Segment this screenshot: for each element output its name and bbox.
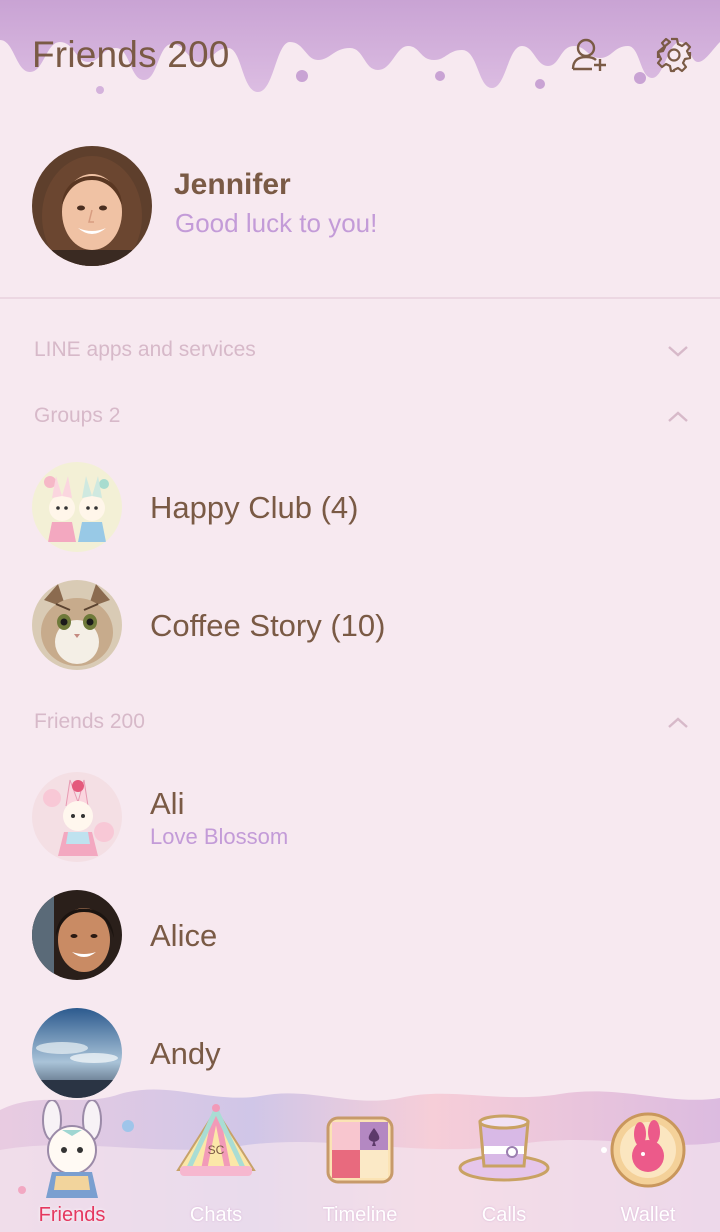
profile-status: Good luck to you! [175,208,378,238]
group-avatar [32,462,122,552]
group-name: Coffee Story (10) [150,608,386,643]
section-friends[interactable]: Friends 200 [0,698,720,748]
page-title: Friends 200 [32,34,230,75]
friend-name: Alice [150,918,218,953]
header: Friends 200 [0,0,720,110]
bunny-friends-icon [42,1100,102,1198]
card-timeline-icon [326,1116,394,1184]
tab-friends[interactable]: Friends [0,1080,144,1232]
tab-label: Friends [38,1204,106,1226]
list-item-group[interactable]: Coffee Story (10) [0,570,720,680]
group-avatar [32,580,122,670]
add-friend-icon[interactable] [570,36,608,74]
tab-timeline[interactable]: Timeline [288,1080,432,1232]
section-label: Friends 200 [34,710,145,733]
friend-status: Love Blossom [150,824,289,849]
tab-label: Calls [481,1204,527,1226]
chevron-up-icon[interactable] [666,408,690,426]
gear-icon[interactable] [655,36,693,74]
tab-label: Wallet [620,1204,676,1226]
my-profile[interactable]: Jennifer Good luck to you! [0,140,720,280]
tab-chats[interactable]: SC Chats [144,1080,288,1232]
cookie-wallet-icon [610,1112,686,1188]
section-label: Groups 2 [34,404,121,427]
friend-avatar [32,772,122,862]
hat-calls-icon [458,1114,550,1182]
tab-label: Chats [189,1204,243,1226]
tab-calls[interactable]: Calls [432,1080,576,1232]
tab-wallet[interactable]: Wallet [576,1080,720,1232]
divider [0,297,720,299]
tab-label: Timeline [322,1204,398,1226]
chevron-up-icon[interactable] [666,714,690,732]
list-item-friend[interactable]: Alice [0,880,720,990]
avatar[interactable] [32,146,152,266]
chevron-down-icon[interactable] [666,342,690,360]
list-item-group[interactable]: Happy Club (4) [0,452,720,562]
friend-avatar [32,890,122,980]
profile-name: Jennifer [174,168,291,201]
friend-name: Ali [150,786,185,821]
group-name: Happy Club (4) [150,490,359,525]
section-line-apps[interactable]: LINE apps and services [0,326,720,376]
section-label: LINE apps and services [34,338,256,361]
section-groups[interactable]: Groups 2 [0,392,720,442]
bottom-tab-bar: Friends SC Chats Timeline Calls Wallet [0,1080,720,1232]
friend-name: Andy [150,1036,221,1071]
list-item-friend[interactable]: Ali Love Blossom [0,762,720,872]
svg-text:SC: SC [208,1143,225,1157]
tent-chats-icon: SC [176,1104,256,1176]
